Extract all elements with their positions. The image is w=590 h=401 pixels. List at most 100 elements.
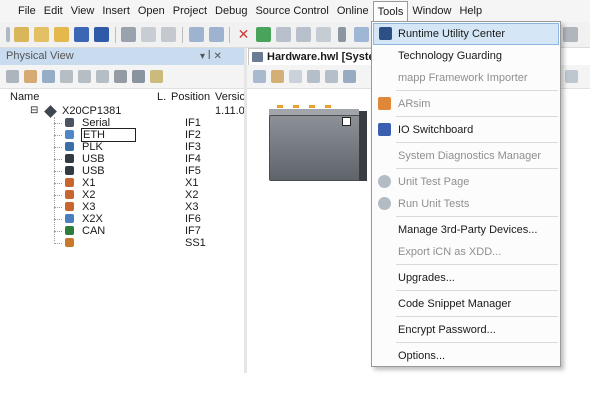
tab-hardware[interactable]: Hardware.hwl [Syster (248, 48, 372, 65)
menu-debug[interactable]: Debug (211, 0, 251, 22)
menu-separator (396, 342, 558, 343)
select-icon[interactable] (307, 70, 320, 83)
menu-item-options[interactable]: Options... (373, 345, 559, 367)
led-indicator (277, 105, 283, 108)
tree-row-name: PLK (82, 141, 103, 153)
menu-item-run-unit-tests[interactable]: Run Unit Tests (373, 193, 559, 215)
menu-item-arsim[interactable]: ARsim (373, 93, 559, 115)
column-version[interactable]: Versic (215, 91, 245, 103)
menu-view[interactable]: View (67, 0, 99, 22)
configuration-icon[interactable] (24, 70, 37, 83)
menu-item-unit-test-page[interactable]: Unit Test Page (373, 171, 559, 193)
menu-help[interactable]: Help (455, 0, 486, 22)
tree-branch-line (54, 219, 62, 220)
column-l[interactable]: L. (157, 91, 166, 103)
led-indicator (293, 105, 299, 108)
save-all-icon[interactable] (94, 27, 109, 42)
menu-bar: File Edit View Insert Open Project Debug… (0, 0, 590, 22)
connector-icon (65, 178, 74, 187)
tree-root-version: 1.11.0 (215, 105, 245, 117)
menu-separator (396, 316, 558, 317)
delete-icon[interactable]: ✕ (236, 27, 251, 42)
menu-window[interactable]: Window (408, 0, 455, 22)
column-name[interactable]: Name (10, 91, 39, 103)
properties-icon[interactable] (150, 70, 163, 83)
open-folder-icon[interactable] (34, 27, 49, 42)
menu-item-encrypt-password[interactable]: Encrypt Password... (373, 319, 559, 341)
collapse-toggle-icon[interactable]: ⊟ (30, 105, 38, 117)
menu-item-system-diagnostics-manager[interactable]: System Diagnostics Manager (373, 145, 559, 167)
view-toggle-icon[interactable] (6, 70, 19, 83)
led-indicator (325, 105, 331, 108)
tree-row-position: IF7 (185, 225, 201, 237)
menu-item-code-snippet-manager[interactable]: Code Snippet Manager (373, 293, 559, 315)
connector-icon (65, 202, 74, 211)
redo-icon[interactable] (209, 27, 224, 42)
menu-item-export-icn-as-xdd[interactable]: Export iCN as XDD... (373, 241, 559, 263)
tree-row-position: IF1 (185, 117, 201, 129)
paste-icon[interactable] (161, 27, 176, 42)
collapse-all-icon[interactable] (96, 70, 109, 83)
module-icon[interactable] (114, 70, 127, 83)
network-icon[interactable] (60, 70, 73, 83)
zoom-in-icon[interactable] (253, 70, 266, 83)
menu-edit[interactable]: Edit (40, 0, 67, 22)
fit-icon[interactable] (289, 70, 302, 83)
save-icon[interactable] (74, 27, 89, 42)
filter-icon[interactable] (42, 70, 55, 83)
pan-icon[interactable] (325, 70, 338, 83)
menu-file[interactable]: File (14, 0, 40, 22)
cut-icon[interactable] (121, 27, 136, 42)
column-position[interactable]: Position (171, 91, 210, 103)
tree-row-name: USB (82, 153, 105, 165)
menu-item-label: Encrypt Password... (398, 324, 496, 336)
settings-gear-icon[interactable] (563, 27, 578, 42)
tree-row-position: SS1 (185, 237, 206, 249)
hardware-icon[interactable] (132, 70, 145, 83)
menu-item-io-switchboard[interactable]: IO Switchboard (373, 119, 559, 141)
menu-separator (396, 142, 558, 143)
menu-separator (396, 90, 558, 91)
tree-row-position: IF5 (185, 165, 201, 177)
undo-icon[interactable] (189, 27, 204, 42)
open-icon[interactable] (54, 27, 69, 42)
menu-project[interactable]: Project (169, 0, 211, 22)
menu-separator (396, 290, 558, 291)
menu-source-control[interactable]: Source Control (251, 0, 332, 22)
tree-row-position: IF6 (185, 213, 201, 225)
refresh-icon[interactable] (256, 27, 271, 42)
transfer-icon[interactable] (316, 27, 331, 42)
rebuild-icon[interactable] (296, 27, 311, 42)
menu-tools[interactable]: Tools (372, 1, 409, 22)
menu-item-label: Run Unit Tests (398, 198, 470, 210)
menu-item-mapp-framework-importer[interactable]: mapp Framework Importer (373, 67, 559, 89)
menu-item-label: Runtime Utility Center (398, 28, 505, 40)
menu-insert[interactable]: Insert (98, 0, 134, 22)
build-icon[interactable] (276, 27, 291, 42)
menu-open[interactable]: Open (134, 0, 169, 22)
zoom-out-icon[interactable] (271, 70, 284, 83)
menu-online[interactable]: Online (333, 0, 373, 22)
x2x-icon (65, 214, 74, 223)
toolbar-overflow-icon[interactable] (338, 27, 346, 42)
physical-view-header: Physical View ▾ ꟾ ✕ (0, 48, 244, 65)
expand-all-icon[interactable] (78, 70, 91, 83)
usb-icon (65, 154, 74, 163)
print-icon[interactable] (343, 70, 356, 83)
menu-item-technology-guarding[interactable]: Technology Guarding (373, 45, 559, 67)
tree-row-position: X1 (185, 177, 199, 189)
selected-port-marker[interactable] (342, 117, 351, 126)
tree-branch-line (54, 243, 62, 244)
monitor-icon[interactable] (354, 27, 369, 42)
menu-item-runtime-utility-center[interactable]: Runtime Utility Center (373, 23, 559, 45)
tree-branch-line (54, 195, 62, 196)
new-project-icon[interactable] (14, 27, 29, 42)
panel-pin-controls-icon[interactable]: ▾ ꟾ ✕ (200, 48, 222, 65)
menu-item-manage-3rd-party-devices[interactable]: Manage 3rd-Party Devices... (373, 219, 559, 241)
layout-icon[interactable] (565, 70, 578, 83)
copy-icon[interactable] (141, 27, 156, 42)
ethernet-icon (65, 130, 74, 139)
menu-item-upgrades[interactable]: Upgrades... (373, 267, 559, 289)
tab-hardware-label: Hardware.hwl [Syster (267, 51, 372, 63)
tree-row-name: CAN (82, 225, 106, 237)
